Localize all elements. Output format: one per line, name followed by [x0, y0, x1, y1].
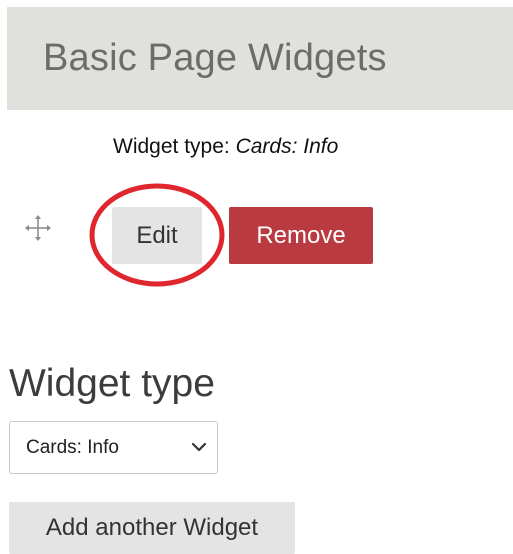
chevron-down-icon: [191, 442, 207, 452]
drag-move-icon[interactable]: [24, 214, 52, 242]
widget-type-value: Cards: Info: [235, 135, 339, 158]
widget-type-heading: Widget type: [9, 362, 215, 405]
remove-button[interactable]: Remove: [229, 207, 373, 264]
widget-type-select[interactable]: Cards: Info: [9, 421, 218, 474]
widget-type-label: Widget type:: [113, 135, 230, 158]
page-title: Basic Page Widgets: [43, 37, 387, 79]
edit-button[interactable]: Edit: [112, 207, 202, 264]
widget-type-info: Widget type: Cards: Info: [113, 135, 338, 159]
page-header: Basic Page Widgets: [7, 7, 513, 110]
widget-type-selected-value: Cards: Info: [26, 437, 119, 458]
add-another-widget-button[interactable]: Add another Widget: [9, 502, 295, 554]
